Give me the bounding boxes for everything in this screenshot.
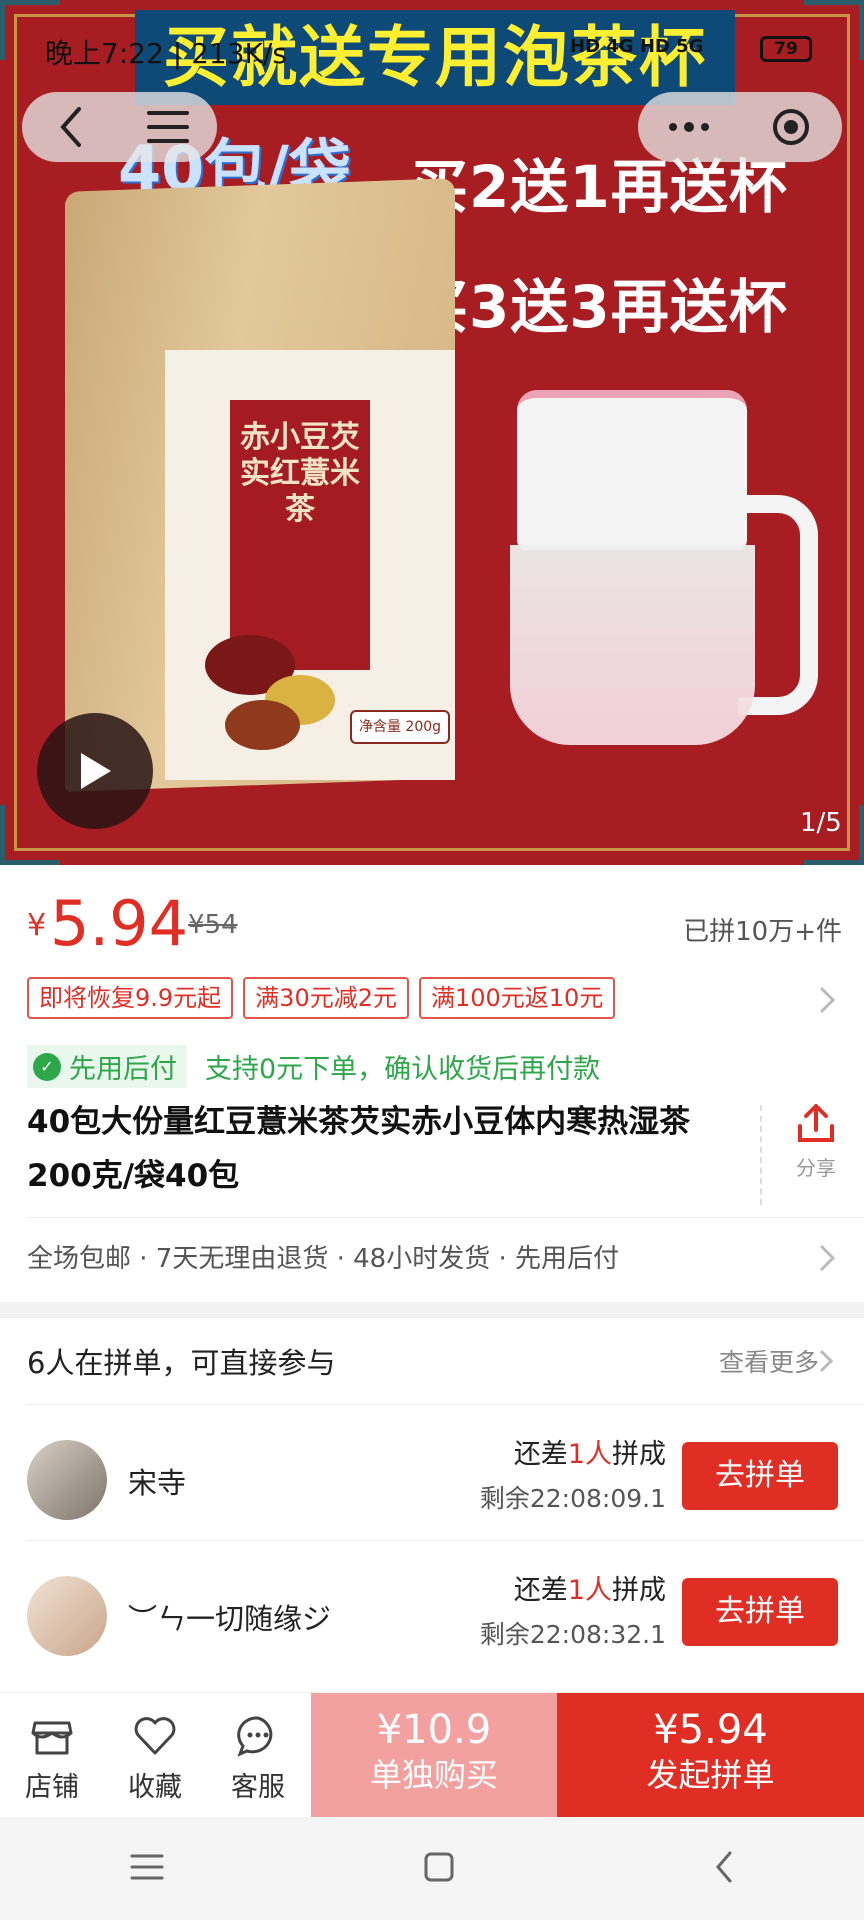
shop-icon [31,1721,73,1755]
bottom-action-bar: 店铺 收藏 客服 ¥10.9 单独购买 ¥5.94 发起拼单 [0,1692,864,1818]
pay-later-label: 先用后付 [69,1054,177,1085]
close-miniapp-button[interactable] [761,97,821,157]
tea-cup-image [510,545,755,745]
network-indicators: HD 4G HD 5G [570,36,704,57]
cup-lid [517,390,747,550]
buy-alone-button[interactable]: ¥10.9 单独购买 [311,1693,557,1818]
group-need: 还差1人拼成 [513,1439,666,1470]
section-gap [0,1302,864,1318]
chevron-right-icon[interactable] [818,1243,836,1273]
divider [760,1105,762,1205]
coupon-row[interactable]: 即将恢复9.9元起 满30元减2元 满100元返10元 [27,977,616,1019]
coupon-tag[interactable]: 满100元返10元 [418,977,616,1019]
favorite-button[interactable]: 收藏 [115,1713,195,1804]
heart-icon [134,1717,176,1755]
home-button[interactable] [423,1851,455,1887]
group-buy-header: 6人在拼单，可直接参与 [27,1346,336,1380]
share-label: 分享 [796,1156,836,1180]
share-icon [798,1104,834,1142]
original-price: ¥54 [188,910,238,940]
see-more-link[interactable]: 查看更多 [719,1343,819,1379]
join-group-button[interactable]: 去拼单 [682,1578,838,1646]
group-remaining-time: 剩余22:08:32.1 [479,1620,666,1649]
promo-text-2: 买3送3再送杯 [410,273,788,341]
coupon-tag[interactable]: 满30元减2元 [243,977,409,1019]
group-user-name: 宋寺 [128,1466,187,1500]
group-price: ¥5.94 [653,1707,768,1753]
group-row: ︶ㄣ一切随缘ジ 还差1人拼成 剩余22:08:32.1 去拼单 [0,1558,864,1688]
system-back-button[interactable] [713,1850,735,1888]
product-page: { "status": {"time": "晚上7:22 | 213K/s", … [0,0,864,1920]
nav-capsule-left [22,92,217,162]
tea-bag-name: 赤小豆芡实红薏米茶 [230,400,370,670]
pay-later-icon: ✓ [33,1052,61,1081]
divider [27,1217,864,1218]
chat-bubble-icon [237,1716,273,1757]
price-currency: ¥ [27,908,47,943]
more-dots-icon [669,122,709,132]
favorite-label: 收藏 [128,1772,182,1803]
shop-label: 店铺 [25,1772,79,1803]
shop-button[interactable]: 店铺 [12,1713,92,1804]
menu-lines-icon [130,1854,164,1879]
group-row: 宋寺 还差1人拼成 剩余22:08:09.1 去拼单 [0,1422,864,1552]
bean-image [225,700,300,750]
chevron-left-icon [716,1851,732,1882]
nav-capsule-right [638,92,842,162]
recent-apps-button[interactable] [129,1852,165,1886]
group-remaining-time: 剩余22:08:09.1 [479,1484,666,1513]
product-title: 40包大份量红豆薏米茶芡实赤小豆体内寒热湿茶200克/袋40包 [27,1104,691,1194]
play-icon [81,753,111,789]
solo-label: 单独购买 [369,1756,498,1794]
share-button[interactable]: 分享 [788,1102,844,1181]
hamburger-icon [147,111,190,143]
start-group-button[interactable]: ¥5.94 发起拼单 [557,1693,864,1818]
group-need: 还差1人拼成 [513,1575,666,1606]
menu-button[interactable] [138,97,198,157]
solo-price: ¥10.9 [376,1707,492,1753]
frame-corner [0,805,60,865]
chevron-left-icon [60,107,81,147]
service-guarantees[interactable]: 全场包邮 · 7天无理由退货 · 48小时发货 · 先用后付 [27,1238,619,1275]
divider [27,1404,864,1405]
group-user-name: ︶ㄣ一切随缘ジ [128,1602,332,1636]
pay-later-row: ✓ 先用后付 支持0元下单，确认收货后再付款 [27,1045,600,1088]
avatar [27,1440,107,1520]
join-group-button[interactable]: 去拼单 [682,1442,838,1510]
back-button[interactable] [41,97,101,157]
customer-service-button[interactable]: 客服 [218,1713,298,1804]
image-pager: 1/5 [800,808,842,838]
sold-count: 已拼10万+件 [683,917,842,947]
coupon-tag[interactable]: 即将恢复9.9元起 [27,977,234,1019]
system-navigation-bar [0,1817,864,1920]
current-price: 5.94 [50,887,189,960]
battery-icon: 79 [760,36,812,62]
status-bar: 晚上7:22 | 213K/s HD 4G HD 5G 79 [0,28,864,72]
price-row: ¥ 5.94 ¥54 已拼10万+件 [0,865,864,965]
group-label: 发起拼单 [646,1756,775,1794]
pay-later-desc: 支持0元下单，确认收货后再付款 [205,1054,601,1085]
net-weight-tag: 净含量 200g [350,710,450,744]
play-video-button[interactable] [37,713,153,829]
square-home-icon [424,1852,454,1881]
more-button[interactable] [659,97,719,157]
service-label: 客服 [231,1772,285,1803]
target-circle-icon [773,109,809,145]
divider [27,1540,864,1541]
avatar [27,1576,107,1656]
chevron-right-icon[interactable] [818,1348,834,1374]
pay-later-badge: ✓ 先用后付 [27,1045,187,1088]
chevron-right-icon[interactable] [818,985,836,1015]
status-time: 晚上7:22 | 213K/s [45,37,287,70]
